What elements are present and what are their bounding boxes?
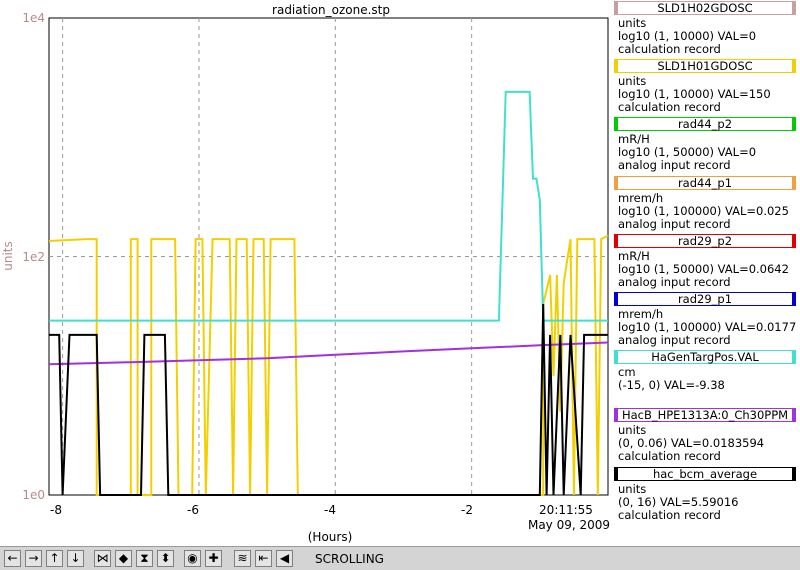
legend-entry[interactable]: SLD1H01GDOSC units log10 (1, 10000) VAL=15… <box>612 58 800 116</box>
legend-entry[interactable]: HaGenTargPos.VAL cm (-15, 0) VAL=-9.38 <box>612 349 800 407</box>
legend-panel: SLD1H02GDOSC units log10 (1, 10000) VAL=0 c… <box>612 0 800 524</box>
legend-name[interactable]: rad29_p2 <box>614 233 796 248</box>
legend-range: log10 (1, 100000) VAL=0.0177 <box>618 319 797 334</box>
x-tick-label: -2 <box>461 503 473 517</box>
legend-entry[interactable]: rad29_p2 mR/H log10 (1, 50000) VAL=0.0642 a… <box>612 233 800 291</box>
legend-name[interactable]: rad29_p1 <box>614 291 796 306</box>
legend-record-type: analog input record <box>618 274 731 289</box>
legend-name[interactable]: hac_bcm_average <box>614 466 796 481</box>
legend-entry[interactable]: rad44_p2 mR/H log10 (1, 50000) VAL=0 analog… <box>612 116 800 174</box>
scrolling-status: SCROLLING <box>315 552 384 566</box>
legend-unit: mrem/h <box>618 306 664 321</box>
zoom-y-in-icon[interactable]: ⧗ <box>136 550 153 567</box>
y-axis-label: units <box>1 241 15 271</box>
zoom-x-out-icon[interactable]: ◆ <box>115 550 132 567</box>
date-label: May 09, 2009 <box>528 518 610 532</box>
x-tick-label: -4 <box>324 503 336 517</box>
arrow-up-icon[interactable]: ↑ <box>46 550 63 567</box>
pan-back-icon[interactable]: ◀ <box>276 550 293 567</box>
x-axis-label: (Hours) <box>308 530 353 544</box>
legend-entry[interactable]: HacB_HPE1313A:0_Ch30PPM units (0, 0.06) VA… <box>612 407 800 465</box>
legend-unit: mR/H <box>618 248 650 263</box>
x-tick-label: -8 <box>50 503 62 517</box>
legend-record-type: calculation record <box>618 507 721 522</box>
autoscale-icon[interactable]: ≋ <box>234 550 251 567</box>
legend-range: (0, 16) VAL=5.59016 <box>618 494 739 509</box>
legend-range: log10 (1, 100000) VAL=0.025 <box>618 203 789 218</box>
legend-entry[interactable]: rad44_p1 mrem/h log10 (1, 100000) VAL=0.02… <box>612 175 800 233</box>
legend-record-type: calculation record <box>618 42 721 56</box>
legend-name[interactable]: HacB_HPE1313A:0_Ch30PPM <box>614 408 796 423</box>
legend-record-type: analog input record <box>618 332 731 347</box>
legend-record-type: analog input record <box>618 216 731 231</box>
time-label: 20:11:55 <box>539 503 593 517</box>
toolbar: ← → ↑ ↓ ⋈ ◆ ⧗ ⬍ ◉ ✚ ≋ ⇤ ◀ SCROLLING <box>0 546 800 570</box>
legend-range: log10 (1, 50000) VAL=0.0642 <box>618 261 789 276</box>
y-tick-label: 1e0 <box>22 488 45 502</box>
legend-name[interactable]: rad44_p1 <box>614 175 796 190</box>
y-tick-label: 1e4 <box>22 11 45 25</box>
legend-entry[interactable]: SLD1H02GDOSC units log10 (1, 10000) VAL=0 c… <box>612 0 800 58</box>
legend-name[interactable]: SLD1H02GDOSC <box>614 1 796 15</box>
pan-left-icon[interactable]: ⇤ <box>255 550 272 567</box>
legend-range: (-15, 0) VAL=-9.38 <box>618 378 725 393</box>
chart-title: radiation_ozone.stp <box>272 3 390 17</box>
legend-unit: mrem/h <box>618 190 664 205</box>
arrow-right-icon[interactable]: → <box>25 550 42 567</box>
legend-name[interactable]: SLD1H01GDOSC <box>614 59 796 74</box>
legend-record-type: analog input record <box>618 158 731 173</box>
legend-name[interactable]: rad44_p2 <box>614 117 796 132</box>
plot-area[interactable]: radiation_ozone.stp 1e4 1e2 1e0 units -8… <box>0 0 612 546</box>
legend-entry[interactable]: rad29_p1 mrem/h log10 (1, 100000) VAL=0.01… <box>612 291 800 349</box>
legend-entry[interactable]: hac_bcm_average units (0, 16) VAL=5.59016 c… <box>612 466 800 524</box>
zoom-x-in-icon[interactable]: ⋈ <box>94 550 111 567</box>
zoom-y-out-icon[interactable]: ⬍ <box>157 550 174 567</box>
arrow-left-icon[interactable]: ← <box>4 550 21 567</box>
legend-record-type: calculation record <box>618 449 721 464</box>
arrow-down-icon[interactable]: ↓ <box>67 550 84 567</box>
add-icon[interactable]: ✚ <box>205 550 222 567</box>
y-tick-label: 1e2 <box>22 250 45 264</box>
legend-name[interactable]: HaGenTargPos.VAL <box>614 350 796 365</box>
x-tick-label: -6 <box>187 503 199 517</box>
reset-icon[interactable]: ◉ <box>184 550 201 567</box>
legend-unit: units <box>618 481 647 496</box>
legend-record-type: calculation record <box>618 100 721 115</box>
